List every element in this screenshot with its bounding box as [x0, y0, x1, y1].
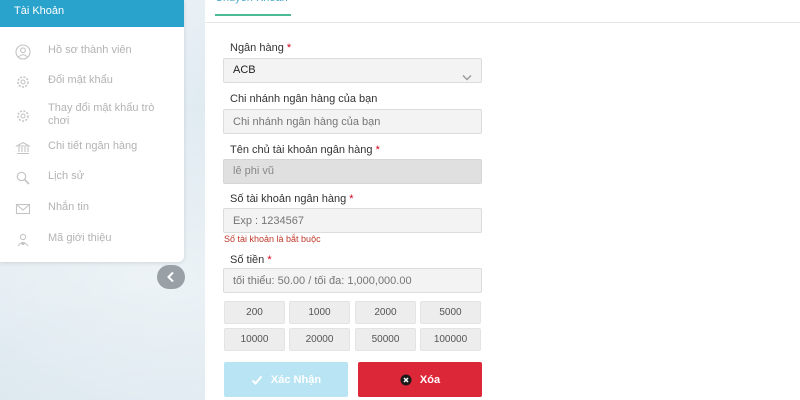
- required-mark: *: [375, 144, 380, 156]
- bank-select[interactable]: ACB: [223, 58, 482, 83]
- quick-amount-button[interactable]: 50000: [355, 328, 416, 351]
- confirm-button-label: Xác Nhận: [270, 373, 322, 386]
- quick-amount-button[interactable]: 20000: [289, 328, 350, 351]
- sidebar-item-label: Đổi mật khẩu: [48, 74, 113, 86]
- sidebar-item-label: Nhắn tin: [48, 201, 89, 213]
- quick-amount-button[interactable]: 2000: [355, 301, 416, 324]
- sidebar-item-label: Chi tiết ngân hàng: [48, 140, 138, 152]
- referral-icon: [14, 231, 32, 249]
- bank-label: Ngân hàng *: [230, 42, 292, 54]
- bank-icon: [14, 139, 32, 157]
- confirm-button[interactable]: Xác Nhận: [224, 362, 348, 397]
- check-icon: [251, 374, 263, 386]
- account-holder-field: lê phi vũ: [223, 159, 482, 184]
- amount-input[interactable]: [223, 268, 482, 293]
- mail-icon: [14, 200, 32, 218]
- branch-label: Chi nhánh ngân hàng của bạn: [230, 93, 378, 105]
- required-mark: *: [349, 193, 354, 205]
- amount-label: Số tiền *: [230, 254, 272, 266]
- delete-button-label: Xóa: [419, 373, 441, 386]
- quick-amount-button[interactable]: 1000: [289, 301, 350, 324]
- quick-amount-button[interactable]: 200: [224, 301, 285, 324]
- chevron-left-icon: [166, 271, 176, 283]
- bank-transfer-panel: Chuyển Khoản Ngân Hàng Ngân hàng * ACB C…: [205, 0, 800, 400]
- quick-amount-button[interactable]: 100000: [420, 328, 481, 351]
- required-mark: *: [267, 254, 272, 266]
- account-sidebar: Tài Khoản Hồ sơ thành viên Đổi mật khẩu …: [0, 0, 184, 262]
- quick-amount-button[interactable]: 5000: [420, 301, 481, 324]
- user-icon: [14, 43, 32, 61]
- gear-icon: [14, 73, 32, 91]
- sidebar-title: Tài Khoản: [0, 0, 184, 27]
- delete-button[interactable]: Xóa: [358, 362, 482, 397]
- account-number-error: Số tài khoản là bắt buộc: [224, 234, 321, 244]
- tab-bank-transfer[interactable]: Chuyển Khoản Ngân Hàng: [215, 0, 291, 16]
- tab-bar: Chuyển Khoản Ngân Hàng: [205, 0, 800, 23]
- quick-amount-button[interactable]: 10000: [224, 328, 285, 351]
- sidebar-item-label: Thay đổi mật khẩu trò chơi: [48, 102, 155, 127]
- sidebar-item-label: Hồ sơ thành viên: [48, 44, 132, 56]
- bank-select-value: ACB: [233, 64, 256, 76]
- required-mark: *: [286, 42, 292, 54]
- branch-input[interactable]: [223, 109, 482, 134]
- collapse-sidebar-button[interactable]: [157, 265, 185, 289]
- chevron-down-icon: [462, 67, 472, 90]
- account-holder-label: Tên chủ tài khoản ngân hàng *: [230, 144, 380, 156]
- search-icon: [14, 169, 32, 187]
- sidebar-item-label: Lịch sử: [48, 170, 85, 182]
- account-number-input[interactable]: [223, 208, 482, 233]
- gear-icon: [14, 107, 32, 125]
- close-circle-icon: [400, 374, 412, 386]
- sidebar-item-label: Mã giới thiệu: [48, 232, 112, 244]
- account-number-label: Số tài khoản ngân hàng *: [230, 193, 354, 205]
